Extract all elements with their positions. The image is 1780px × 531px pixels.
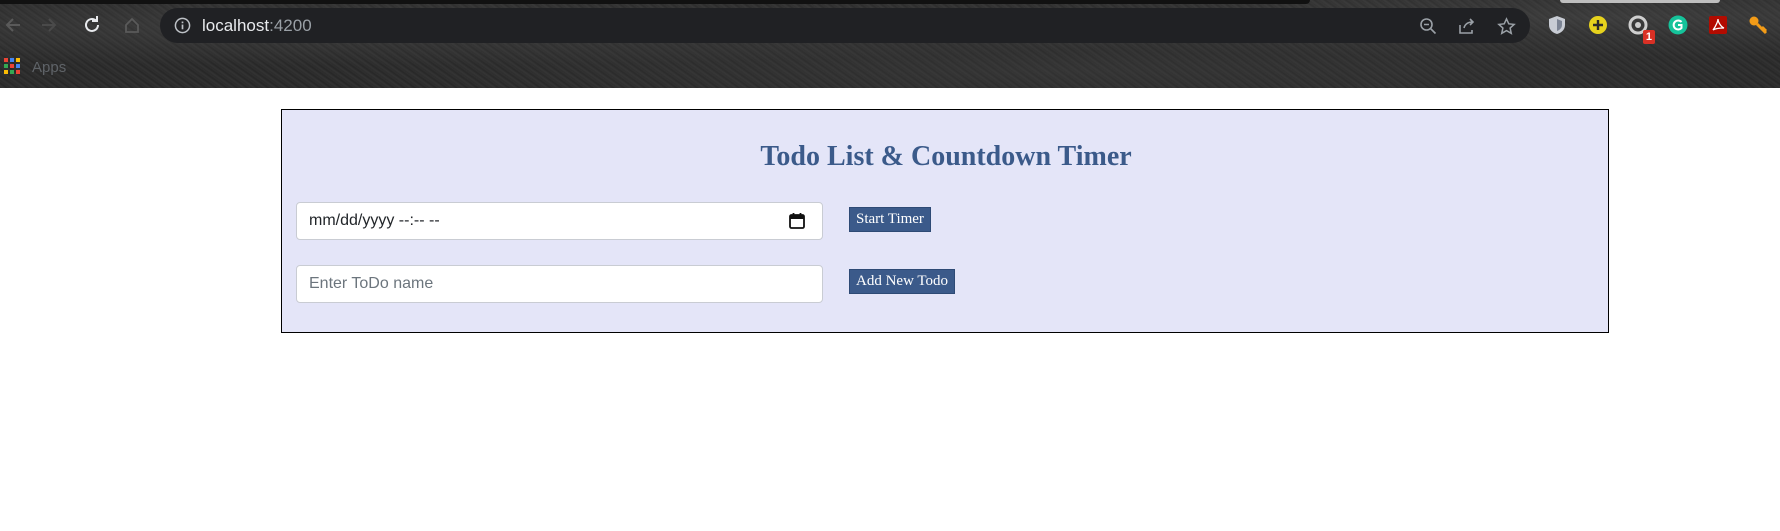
shield-extension-icon[interactable] [1546, 14, 1568, 36]
datetime-input[interactable]: mm/dd/yyyy --:-- -- [296, 202, 823, 240]
back-arrow-icon[interactable] [0, 12, 26, 38]
todo-name-placeholder: Enter ToDo name [309, 275, 434, 292]
bookmark-star-icon[interactable] [1496, 16, 1516, 36]
datetime-input-value: mm/dd/yyyy --:-- -- [309, 212, 440, 229]
grey-extension-icon[interactable]: 1 [1627, 14, 1655, 44]
plus-extension-icon[interactable] [1587, 14, 1609, 36]
apps-bookmark-label[interactable]: Apps [32, 59, 66, 76]
extension-badge: 1 [1642, 30, 1655, 44]
acrobat-extension-icon[interactable] [1707, 14, 1729, 36]
address-bar[interactable]: localhost:4200 [160, 8, 1530, 43]
start-timer-button[interactable]: Start Timer [849, 207, 931, 232]
forward-arrow-icon[interactable] [36, 12, 62, 38]
bookmarks-bar: Apps [0, 56, 66, 78]
url-host: localhost [202, 16, 270, 35]
site-info-icon[interactable] [174, 17, 191, 34]
tab-strip [0, 0, 1310, 4]
todo-name-input[interactable]: Enter ToDo name [296, 265, 823, 303]
url-port: :4200 [269, 16, 312, 35]
zoom-out-icon[interactable] [1418, 16, 1438, 36]
home-icon[interactable] [119, 12, 145, 38]
grammarly-extension-icon[interactable] [1667, 14, 1689, 36]
tab-edge [1560, 0, 1720, 3]
url-text: localhost:4200 [202, 16, 312, 36]
browser-chrome: localhost:4200 1 Apps [0, 0, 1780, 88]
page-title: Todo List & Countdown Timer [760, 141, 1132, 172]
calendar-icon[interactable] [788, 212, 806, 230]
share-icon[interactable] [1457, 16, 1477, 36]
apps-grid-icon[interactable] [4, 58, 22, 76]
reload-icon[interactable] [79, 12, 105, 38]
todo-panel: Todo List & Countdown Timer mm/dd/yyyy -… [281, 109, 1609, 333]
add-todo-button[interactable]: Add New Todo [849, 269, 955, 294]
key-extension-icon[interactable] [1747, 14, 1769, 36]
